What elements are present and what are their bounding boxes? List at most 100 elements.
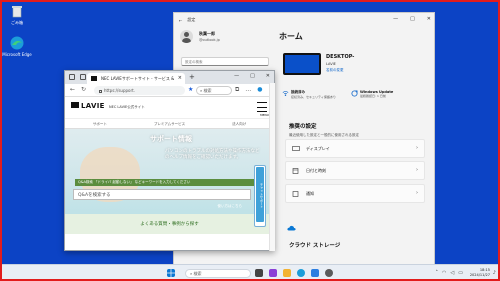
wifi-icon[interactable]: ◠: [442, 270, 446, 276]
tab-list-icon[interactable]: [80, 74, 86, 80]
desktop-icon-label: ごみ箱: [11, 20, 23, 25]
row-label: 通知: [306, 190, 314, 196]
more-icon[interactable]: …: [245, 86, 251, 94]
maximize-icon[interactable]: □: [410, 16, 415, 22]
search-icon: ⌕: [200, 88, 203, 93]
windows-update-status[interactable]: Windows Update 最終確認日: 1 日前: [351, 90, 393, 98]
copilot-icon[interactable]: [269, 269, 277, 277]
minimize-icon[interactable]: —: [234, 73, 239, 79]
chevron-right-icon: ›: [416, 190, 418, 196]
page-title: ホーム: [279, 32, 303, 41]
gnav-item[interactable]: 法人向け: [204, 119, 274, 128]
taskbar-search-input[interactable]: ⌕ 検索: [185, 269, 251, 278]
settings-row-notifications[interactable]: 通知 ›: [285, 184, 425, 203]
window-controls: — □ ✕: [393, 16, 431, 22]
settings-search-input[interactable]: 設定の検索: [181, 57, 269, 66]
chevron-up-icon[interactable]: ˄: [436, 270, 439, 276]
task-view-icon[interactable]: [255, 269, 263, 277]
chat-label: チャットサポート: [256, 167, 264, 222]
global-nav: サポート プレミアムサービス 法人向け: [65, 119, 274, 129]
gnav-item[interactable]: プレミアムサービス: [135, 119, 205, 128]
copilot-icon[interactable]: ●: [257, 86, 262, 94]
tab-title: NEC LAVIEサポートサイト - サービス &: [101, 76, 175, 81]
close-icon[interactable]: ✕: [427, 16, 431, 22]
chat-support-button[interactable]: チャットサポート: [254, 165, 266, 227]
workspaces-icon[interactable]: [69, 74, 75, 80]
menu-label[interactable]: MENU: [260, 113, 269, 117]
rename-link[interactable]: 名前の変更: [326, 68, 344, 73]
favicon-icon: [91, 76, 97, 81]
qa-search-input[interactable]: Q&Aを検索する: [73, 189, 251, 200]
device-brand: LAVIE: [326, 62, 336, 66]
taskbar: ⌕ 検索 ˄ ◠ ◁ ▭ 18:15 2024/11/27 ♪: [0, 264, 500, 281]
collections-icon[interactable]: ⧉: [235, 86, 239, 94]
tab-bar: NEC LAVIEサポートサイト - サービス & × + — □ ✕: [65, 71, 274, 84]
start-icon[interactable]: [167, 269, 175, 277]
avatar[interactable]: [180, 30, 193, 43]
chevron-right-icon: ›: [416, 167, 418, 173]
hamburger-menu-icon[interactable]: [257, 102, 267, 112]
search-icon: ⌕: [190, 271, 193, 276]
user-name: 秋葉一郎: [199, 31, 215, 36]
search-placeholder: 検索: [203, 88, 212, 93]
taskbar-apps: [255, 269, 333, 277]
new-tab-icon[interactable]: +: [189, 73, 195, 81]
back-icon[interactable]: ←: [70, 86, 75, 93]
edge-icon[interactable]: [297, 269, 305, 277]
lock-icon: [99, 89, 102, 93]
hero-banner: サポート情報 パソコンのトラブルの対処方法や操作方法などのヘルプ情報をご確認いた…: [65, 129, 274, 214]
calendar-icon: [292, 167, 299, 174]
address-bar-row: ← ↻ https://support. ★ ⌕ 検索 ⧉ … ●: [65, 84, 274, 97]
update-sub: 最終確認日: 1 日前: [360, 94, 386, 98]
back-arrow-icon[interactable]: ←: [179, 18, 182, 23]
edge-window: NEC LAVIEサポートサイト - サービス & × + — □ ✕ ← ↻ …: [64, 70, 275, 251]
volume-icon[interactable]: ◁: [450, 270, 454, 276]
network-status[interactable]: 接続済み 接続済み、セキュリティ保護あり: [282, 90, 336, 99]
clock[interactable]: 18:15 2024/11/27: [470, 268, 490, 278]
settings-row-display[interactable]: ディスプレイ ›: [285, 139, 425, 158]
maximize-icon[interactable]: □: [250, 73, 255, 79]
desktop-icon-recycle-bin[interactable]: ごみ箱: [0, 4, 34, 26]
cloud-storage-heading: クラウド ストレージ: [289, 243, 341, 249]
browser-search-input[interactable]: ⌕ 検索: [196, 86, 232, 95]
chevron-right-icon: ›: [416, 145, 418, 151]
file-explorer-icon[interactable]: [283, 269, 291, 277]
qa-help-link[interactable]: 使い方はこちら: [218, 204, 243, 209]
hero-subtitle: パソコンのトラブルの対処方法や操作方法などのヘルプ情報をご確認いただけます。: [165, 149, 260, 160]
site-logo[interactable]: LAVIE: [71, 102, 105, 110]
settings-gear-icon[interactable]: [325, 269, 333, 277]
desktop-icon-edge[interactable]: Microsoft Edge: [0, 36, 34, 57]
url-text: https://support.: [104, 88, 135, 93]
recommended-sub: 最近使用した設定と一般的に使用される設定: [289, 133, 359, 137]
battery-icon[interactable]: ▭: [458, 270, 463, 276]
tab-actions: [69, 74, 86, 80]
notification-icon: [292, 190, 299, 197]
site-name[interactable]: NEC LAVIE公式サイト: [109, 105, 145, 110]
taskbar-search-placeholder: 検索: [193, 271, 202, 276]
close-tab-icon[interactable]: ×: [178, 75, 182, 81]
faq-link[interactable]: よくある質問・事例から探す: [65, 214, 274, 234]
edge-icon: [10, 36, 24, 50]
gnav-item[interactable]: サポート: [65, 119, 135, 128]
qa-hint: Q&A検索 「ドライバ 起動しない」 などキーワードを入力してください: [75, 179, 255, 186]
taskbar-start: [167, 269, 175, 277]
browser-tools: ⧉ … ●: [235, 86, 263, 94]
cloud-icon: [287, 225, 296, 231]
device-image: [283, 53, 321, 75]
network-sub: 接続済み、セキュリティ保護あり: [291, 95, 336, 99]
window-controls: — □ ✕: [234, 73, 270, 79]
favorite-star-icon[interactable]: ★: [188, 86, 193, 93]
minimize-icon[interactable]: —: [393, 16, 398, 22]
address-bar[interactable]: https://support.: [94, 86, 185, 95]
device-name: DESKTOP-: [326, 54, 355, 60]
settings-row-datetime[interactable]: 日付と時刻 ›: [285, 161, 425, 180]
notification-bell-icon[interactable]: ♪: [493, 270, 496, 276]
site-logo-text: LAVIE: [81, 102, 105, 110]
recycle-bin-icon: [12, 6, 22, 18]
close-icon[interactable]: ✕: [266, 73, 270, 79]
store-icon[interactable]: [311, 269, 319, 277]
browser-tab[interactable]: NEC LAVIEサポートサイト - サービス & ×: [87, 73, 185, 84]
refresh-icon[interactable]: ↻: [81, 86, 86, 93]
nav-buttons: ← ↻: [70, 86, 86, 93]
settings-title: 設定: [187, 17, 196, 22]
